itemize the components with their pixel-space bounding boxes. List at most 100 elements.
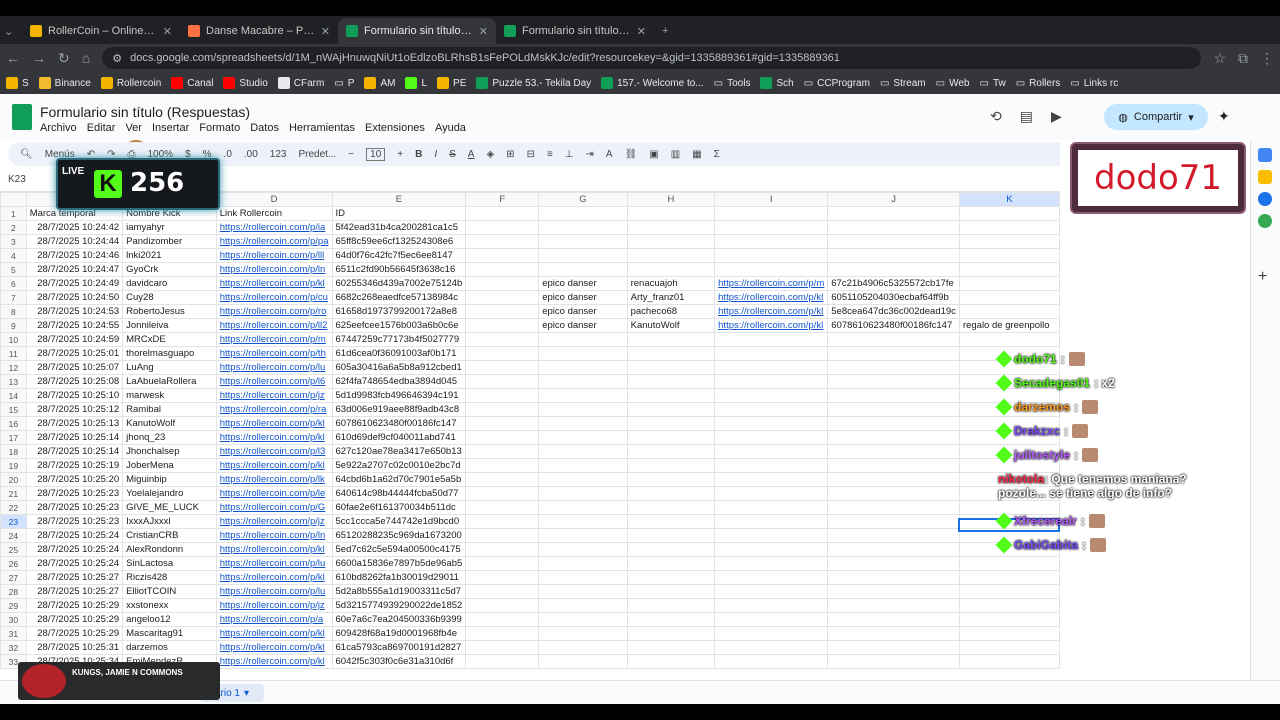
cell[interactable] [465,220,540,235]
cell[interactable]: 5cc1ccca5e744742e1d9bcd0 [331,514,467,529]
close-tab-icon[interactable]: ✕ [479,25,488,38]
cell[interactable] [626,388,716,403]
cell-link[interactable]: https://rollercoin.com/p/kl [215,626,333,641]
row-number[interactable]: 29 [0,598,27,613]
reload-icon[interactable]: ↻ [58,50,70,67]
cell[interactable]: 625eefcee1576b003a6b0c6e [331,318,467,333]
cell[interactable]: 6042f5c303f0c6e31a310d6f [331,654,467,669]
bookmark-folder[interactable]: ▭ Web [936,78,970,89]
cell[interactable] [958,262,1060,277]
column-header-d[interactable]: D [215,192,333,207]
cell[interactable] [538,346,628,361]
cell[interactable] [538,500,628,515]
cell[interactable]: Miguinbip [122,472,217,487]
row-number[interactable]: 7 [0,290,27,305]
row-number[interactable]: 23 [0,514,27,529]
cell-link[interactable] [714,626,829,641]
cell[interactable]: Link Rollercoin [215,206,333,221]
cell-timestamp[interactable]: 28/7/2025 10:25:01 [25,346,124,361]
cell-link[interactable]: https://rollercoin.com/p/kl [215,542,333,557]
cell-link[interactable] [714,234,829,249]
cell[interactable] [626,612,716,627]
cell[interactable] [626,374,716,389]
comment-icon[interactable]: ▤ [1020,108,1033,125]
cell[interactable] [958,220,1060,235]
cell-timestamp[interactable]: 28/7/2025 10:25:20 [25,472,124,487]
menu-icon[interactable]: ⋮ [1260,50,1274,67]
cell-timestamp[interactable]: 28/7/2025 10:24:55 [25,318,124,333]
cell[interactable]: 6682c268eaedfce57138984c [331,290,467,305]
cell-link[interactable]: https://rollercoin.com/p/cu [215,290,333,305]
bookmark-folder[interactable]: ▭ Tools [714,78,751,89]
select-all-corner[interactable] [0,192,27,207]
chevron-down-icon[interactable]: ▾ [1188,111,1194,124]
row-number[interactable]: 31 [0,626,27,641]
menu-extensiones[interactable]: Extensiones [365,122,425,134]
cell[interactable]: ElliotTCOIN [122,584,217,599]
cell[interactable] [958,304,1060,319]
cell[interactable]: Jhonchalsep [122,444,217,459]
cell[interactable]: 61658d1973799200172a8e8 [331,304,467,319]
cell[interactable] [538,598,628,613]
cell[interactable] [538,472,628,487]
cell[interactable] [538,458,628,473]
cell-link[interactable]: https://rollercoin.com/p/lu [215,584,333,599]
cell[interactable] [626,416,716,431]
cell[interactable] [538,262,628,277]
cell[interactable] [827,486,960,501]
cell[interactable]: 5d3215774939290022de1852 [331,598,467,613]
cell[interactable] [465,360,540,375]
row-number[interactable]: 11 [0,346,27,361]
bookmark[interactable]: L [405,77,427,89]
extensions-icon[interactable]: ⧉ [1238,50,1248,67]
cell[interactable] [626,514,716,529]
row-number[interactable]: 9 [0,318,27,333]
cell[interactable]: 627c120ae78ea3417e650b13 [331,444,467,459]
row-number[interactable]: 28 [0,584,27,599]
cell-timestamp[interactable]: 28/7/2025 10:25:27 [25,570,124,585]
cell[interactable] [827,640,960,655]
cell[interactable]: 610bd8262fa1b30019d29011 [331,570,467,585]
cell-timestamp[interactable]: 28/7/2025 10:24:53 [25,304,124,319]
cell[interactable]: GyoCrk [122,262,217,277]
row-number[interactable]: 12 [0,360,27,375]
cell[interactable]: 60e7a6c7ea204500336b9399 [331,612,467,627]
row-number[interactable]: 2 [0,220,27,235]
cell-timestamp[interactable]: 28/7/2025 10:25:29 [25,626,124,641]
cell[interactable] [538,332,628,347]
keep-icon[interactable] [1258,170,1272,184]
cell[interactable] [827,598,960,613]
cell-timestamp[interactable]: 28/7/2025 10:25:19 [25,458,124,473]
cell[interactable]: 62f4fa748654edba3894d045 [331,374,467,389]
cell[interactable]: renacuajoh [626,276,716,291]
cell[interactable] [626,584,716,599]
cell[interactable] [538,444,628,459]
cell[interactable]: Cuy28 [122,290,217,305]
maps-icon[interactable] [1258,214,1272,228]
cell[interactable]: 6051105204030ecbaf64ff9b [827,290,960,305]
cell[interactable] [626,486,716,501]
cell[interactable]: davidcaro [122,276,217,291]
column-header-k[interactable]: K [958,192,1060,207]
cell[interactable] [538,542,628,557]
cell[interactable]: 640614c98b44444fcba50d77 [331,486,467,501]
cell[interactable] [958,206,1060,221]
cell-link[interactable]: https://rollercoin.com/p/G [215,500,333,515]
cell[interactable] [714,206,829,221]
cell[interactable] [827,402,960,417]
cell[interactable] [827,472,960,487]
cell-link[interactable]: https://rollercoin.com/p/lk [215,472,333,487]
cell-link[interactable] [714,360,829,375]
gemini-icon[interactable]: ✦ [1218,108,1230,125]
cell[interactable]: epico danser [538,276,628,291]
cell-timestamp[interactable]: 28/7/2025 10:25:23 [25,514,124,529]
cell[interactable] [827,416,960,431]
cell[interactable] [465,556,540,571]
row-number[interactable]: 30 [0,612,27,627]
cell-timestamp[interactable]: 28/7/2025 10:24:49 [25,276,124,291]
cell[interactable]: lnki2021 [122,248,217,263]
cell[interactable] [827,654,960,669]
cell[interactable]: 609428f68a19d0001968fb4e [331,626,467,641]
cell-link[interactable]: https://rollercoin.com/p/ln [215,528,333,543]
cell[interactable]: Riczis428 [122,570,217,585]
